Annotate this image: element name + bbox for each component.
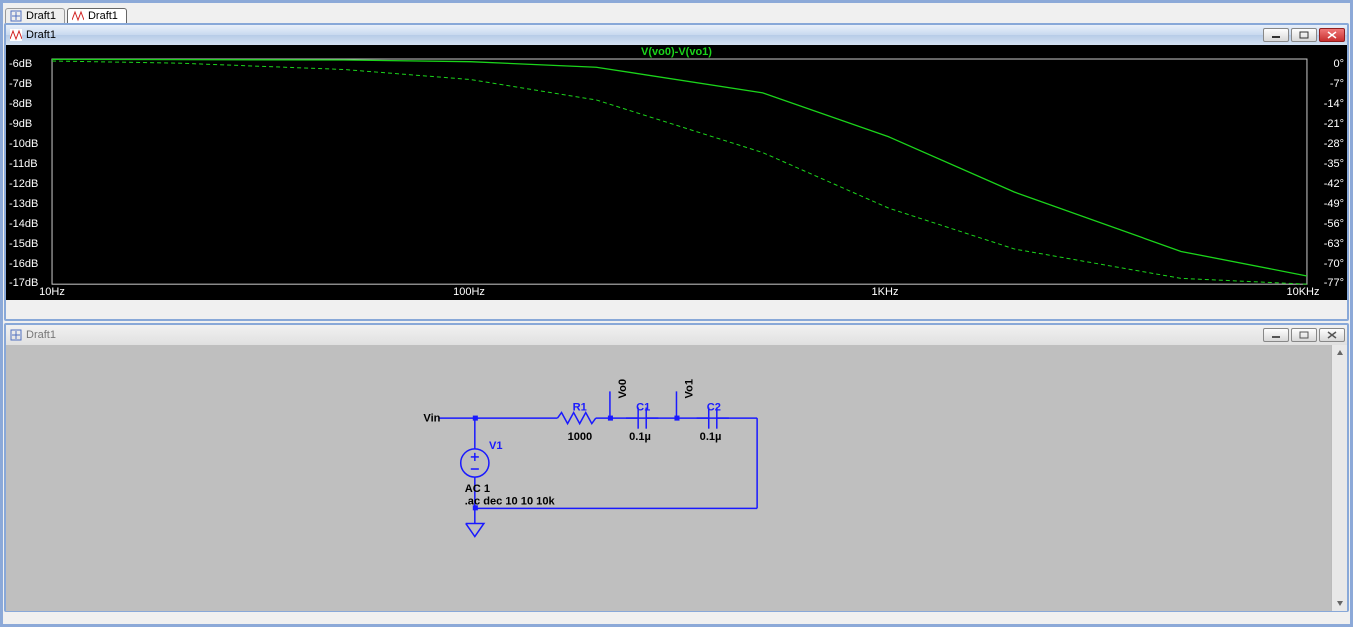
c2-name[interactable]: C2 (707, 402, 721, 414)
net-vo0[interactable]: Vo0 (617, 379, 629, 399)
mdi-client-area: Draft1 V(vo0)-V(vo1) -6dB -7dB -8dB -9dB… (3, 23, 1350, 627)
plot-titlebar[interactable]: Draft1 (6, 25, 1347, 45)
magnitude-trace (52, 59, 1307, 276)
schematic-svg: Vin Vo0 Vo1 V1 AC 1 R1 1000 C1 0.1µ C2 0… (6, 345, 1347, 611)
c1-name[interactable]: C1 (636, 402, 650, 414)
v1-ac[interactable]: AC 1 (465, 483, 490, 495)
tab-label: Draft1 (26, 10, 56, 22)
net-vo1[interactable]: Vo1 (684, 379, 696, 399)
plot-area[interactable]: V(vo0)-V(vo1) -6dB -7dB -8dB -9dB -10dB … (6, 45, 1347, 300)
close-button[interactable] (1319, 328, 1345, 342)
scroll-down-arrow[interactable] (1332, 595, 1347, 611)
plot-canvas (6, 45, 1347, 300)
tab-strip: Draft1 Draft1 (3, 3, 1350, 23)
vertical-scrollbar[interactable] (1331, 345, 1347, 611)
schematic-icon (10, 10, 22, 22)
scroll-up-arrow[interactable] (1332, 345, 1347, 361)
schematic-titlebar[interactable]: Draft1 (6, 325, 1347, 345)
minimize-button[interactable] (1263, 28, 1289, 42)
v1-name[interactable]: V1 (489, 440, 503, 452)
close-button[interactable] (1319, 28, 1345, 42)
minimize-button[interactable] (1263, 328, 1289, 342)
c1-val[interactable]: 0.1µ (629, 431, 651, 443)
waveform-icon (10, 29, 22, 41)
c2-val[interactable]: 0.1µ (700, 431, 722, 443)
phase-trace (52, 61, 1307, 284)
net-vin[interactable]: Vin (423, 413, 440, 425)
plot-window: Draft1 V(vo0)-V(vo1) -6dB -7dB -8dB -9dB… (4, 23, 1349, 321)
r1-name[interactable]: R1 (573, 402, 587, 414)
schematic-canvas[interactable]: Vin Vo0 Vo1 V1 AC 1 R1 1000 C1 0.1µ C2 0… (6, 345, 1347, 611)
tab-waveform[interactable]: Draft1 (67, 8, 127, 23)
plot-title: Draft1 (26, 29, 56, 41)
schematic-title: Draft1 (26, 329, 56, 341)
schematic-icon (10, 329, 22, 341)
r1-val[interactable]: 1000 (568, 431, 593, 443)
tab-label: Draft1 (88, 10, 118, 22)
schematic-window: Draft1 (4, 323, 1349, 612)
waveform-icon (72, 10, 84, 22)
spice-directive[interactable]: .ac dec 10 10 10k (465, 495, 556, 507)
maximize-button[interactable] (1291, 28, 1317, 42)
tab-schematic[interactable]: Draft1 (5, 8, 65, 23)
maximize-button[interactable] (1291, 328, 1317, 342)
